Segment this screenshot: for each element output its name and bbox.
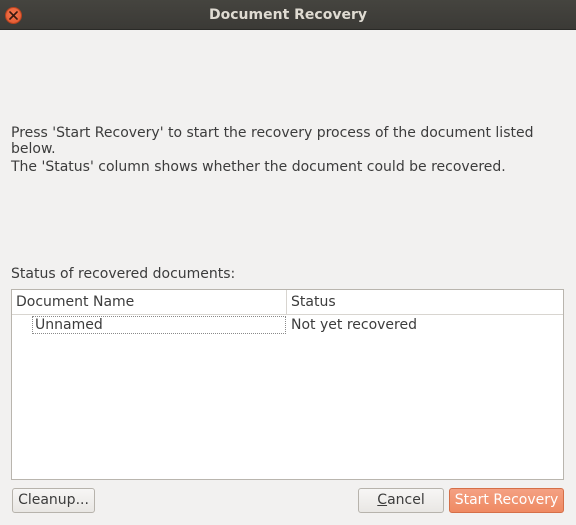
- column-header-document-name[interactable]: Document Name: [16, 294, 134, 310]
- cleanup-button[interactable]: Cleanup...: [12, 488, 95, 513]
- recovered-documents-label: Status of recovered documents:: [11, 266, 236, 282]
- start-recovery-button[interactable]: Start Recovery: [449, 488, 564, 513]
- instruction-text: Press 'Start Recovery' to start the reco…: [11, 125, 534, 157]
- cancel-mnemonic: C: [377, 492, 388, 508]
- window-title: Document Recovery: [209, 7, 367, 23]
- table-header: Document Name Status: [12, 290, 563, 315]
- document-name-cell[interactable]: Unnamed: [32, 316, 286, 334]
- document-recovery-dialog: Document Recovery Press 'Start Recovery'…: [0, 0, 576, 525]
- table-row[interactable]: Unnamed Not yet recovered: [12, 315, 563, 336]
- recovery-documents-table[interactable]: Document Name Status Unnamed Not yet rec…: [11, 289, 564, 480]
- cancel-button[interactable]: Cancel: [358, 488, 444, 513]
- status-explanation-text: The 'Status' column shows whether the do…: [11, 159, 506, 175]
- column-divider[interactable]: [286, 290, 287, 314]
- title-bar: Document Recovery: [0, 0, 576, 30]
- column-header-status[interactable]: Status: [291, 294, 336, 310]
- document-status-cell: Not yet recovered: [291, 317, 417, 333]
- cancel-label-rest: ancel: [387, 492, 425, 508]
